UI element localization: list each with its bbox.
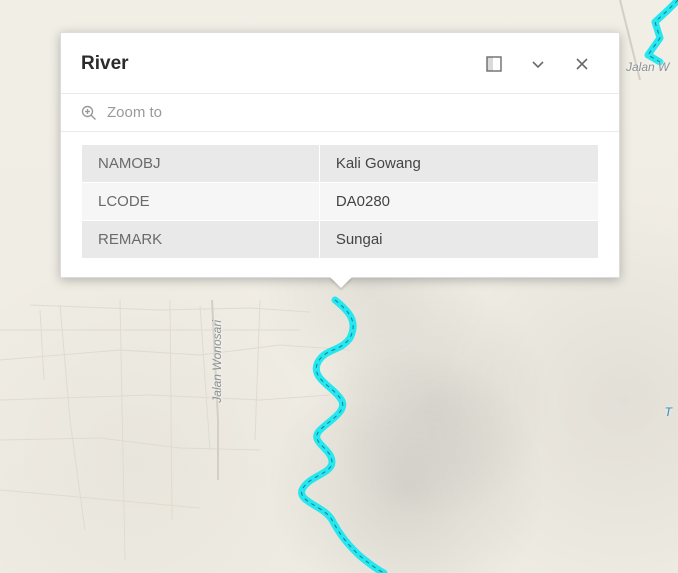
dock-button[interactable] (477, 49, 511, 79)
attr-key: NAMOBJ (82, 145, 320, 183)
zoom-in-icon (81, 105, 97, 121)
table-row: LCODE DA0280 (82, 183, 599, 221)
close-icon (575, 57, 589, 71)
zoom-to-label: Zoom to (107, 104, 162, 121)
attribute-table: NAMOBJ Kali Gowang LCODE DA0280 REMARK S… (81, 144, 599, 259)
attr-value: DA0280 (319, 183, 598, 221)
attribute-section: NAMOBJ Kali Gowang LCODE DA0280 REMARK S… (61, 132, 619, 277)
attr-value: Sungai (319, 221, 598, 259)
close-button[interactable] (565, 49, 599, 79)
table-row: NAMOBJ Kali Gowang (82, 145, 599, 183)
attr-key: LCODE (82, 183, 320, 221)
popup-title: River (81, 53, 467, 75)
map-viewport[interactable]: Jalan Wonosari Jalan W T River (0, 0, 678, 573)
attr-key: REMARK (82, 221, 320, 259)
chevron-down-icon (531, 57, 545, 71)
feature-popup: River (60, 32, 620, 278)
dock-icon (486, 56, 502, 72)
pager-button[interactable] (521, 49, 555, 79)
attr-value: Kali Gowang (319, 145, 598, 183)
popup-header: River (61, 33, 619, 94)
zoom-to-action[interactable]: Zoom to (61, 94, 619, 132)
table-row: REMARK Sungai (82, 221, 599, 259)
